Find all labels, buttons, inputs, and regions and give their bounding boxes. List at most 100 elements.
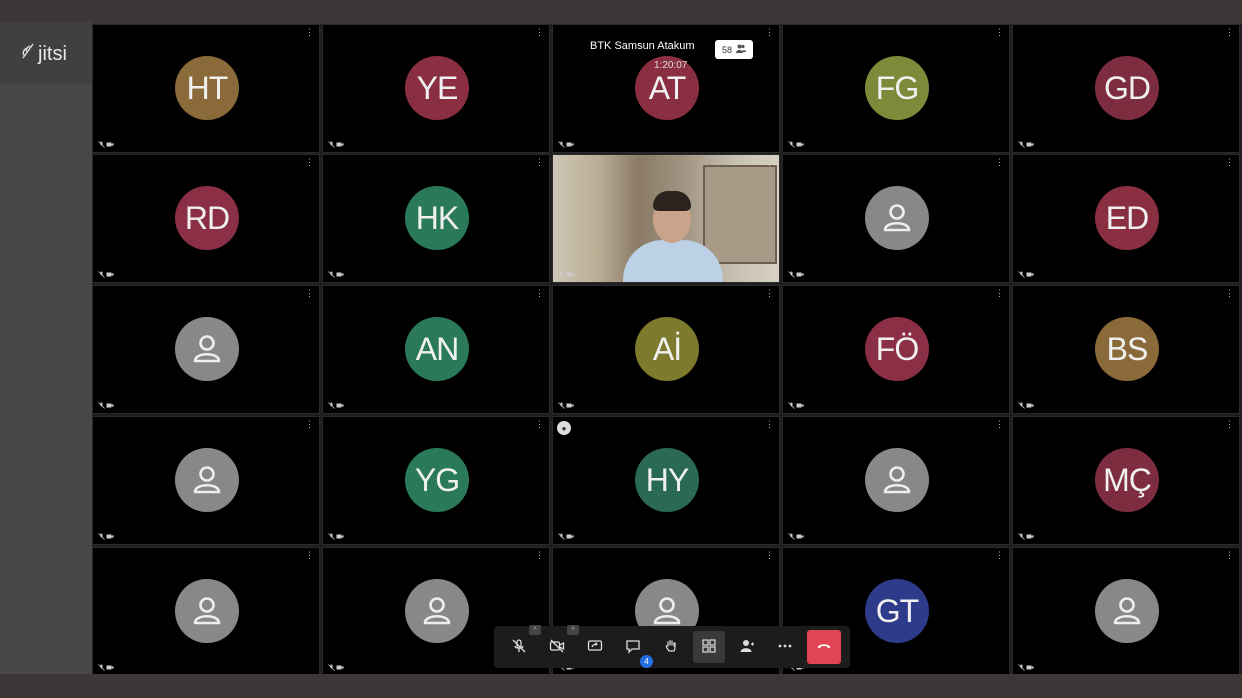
chat-unread-badge: 4	[640, 655, 653, 668]
mic-muted-icon	[558, 271, 565, 278]
participants-count: 58	[721, 44, 732, 55]
tile-menu-icon[interactable]: ⋮	[305, 551, 314, 560]
participant-video	[553, 155, 779, 282]
participant-avatar: YE	[405, 56, 469, 120]
avatar-initials: RD	[184, 199, 230, 236]
camera-off-icon	[1026, 142, 1034, 147]
tile-menu-icon[interactable]: ⋮	[305, 158, 314, 167]
participant-tile[interactable]: ⋮	[92, 416, 320, 545]
user-placeholder-icon	[193, 466, 221, 494]
camera-toggle-button[interactable]: ^	[541, 625, 579, 663]
tile-status-icons	[788, 533, 804, 540]
participant-tile[interactable]: Aİ ⋮	[552, 285, 780, 414]
camera-off-icon	[336, 403, 344, 408]
tile-menu-icon[interactable]: ⋮	[765, 28, 774, 37]
participant-tile[interactable]: HY ⋮ ●	[552, 416, 780, 545]
tile-menu-icon[interactable]: ⋮	[1225, 28, 1234, 37]
user-placeholder-icon	[653, 597, 681, 625]
tile-menu-icon[interactable]: ⋮	[535, 420, 544, 429]
tile-status-icons	[328, 271, 344, 278]
tile-menu-icon[interactable]: ⋮	[305, 28, 314, 37]
tile-menu-icon[interactable]: ⋮	[765, 420, 774, 429]
camera-off-icon	[336, 534, 344, 539]
tile-status-icons	[328, 141, 344, 148]
participant-avatar: ED	[1095, 186, 1159, 250]
user-placeholder-icon	[193, 335, 221, 363]
tile-menu-icon[interactable]: ⋮	[305, 289, 314, 298]
tile-menu-icon[interactable]: ⋮	[765, 158, 774, 167]
avatar-initials: ED	[1105, 199, 1149, 236]
participant-tile[interactable]: YG ⋮	[322, 416, 550, 545]
participant-avatar: FÖ	[865, 317, 929, 381]
more-options-button[interactable]	[769, 631, 801, 663]
participant-tile[interactable]: ⋮	[92, 285, 320, 414]
participant-avatar: GD	[1095, 56, 1159, 120]
camera-options-caret[interactable]: ^	[567, 625, 579, 635]
camera-off-icon	[566, 534, 574, 539]
raise-hand-button[interactable]	[655, 631, 687, 663]
raise-hand-icon	[663, 638, 679, 657]
tile-status-icons	[1018, 533, 1034, 540]
meeting-toolbar: ^ ^ 4	[494, 625, 850, 668]
tile-menu-icon[interactable]: ⋮	[535, 158, 544, 167]
tile-menu-icon[interactable]: ⋮	[995, 289, 1004, 298]
participant-tile[interactable]: MÇ ⋮	[1012, 416, 1240, 545]
tile-menu-icon[interactable]: ⋮	[1225, 289, 1234, 298]
tile-menu-icon[interactable]: ⋮	[995, 158, 1004, 167]
tile-menu-icon[interactable]: ⋮	[305, 420, 314, 429]
tile-menu-icon[interactable]: ⋮	[1225, 158, 1234, 167]
invite-people-button[interactable]	[731, 631, 763, 663]
tile-menu-icon[interactable]: ⋮	[995, 420, 1004, 429]
tile-view-button[interactable]	[693, 631, 725, 663]
participant-avatar: HK	[405, 186, 469, 250]
user-placeholder-icon	[883, 204, 911, 232]
participant-tile[interactable]: BS ⋮	[1012, 285, 1240, 414]
mic-muted-icon	[328, 271, 335, 278]
tile-menu-icon[interactable]: ⋮	[1225, 420, 1234, 429]
camera-off-icon	[796, 272, 804, 277]
mic-muted-icon	[1018, 402, 1025, 409]
mic-muted-icon	[558, 533, 565, 540]
participant-tile[interactable]: GD ⋮	[1012, 24, 1240, 153]
participant-tile[interactable]: ⋮	[552, 154, 780, 283]
participant-tile[interactable]: ⋮	[1012, 547, 1240, 676]
tile-status-icons	[98, 141, 114, 148]
tile-menu-icon[interactable]: ⋮	[995, 551, 1004, 560]
participants-count-button[interactable]: 58	[715, 40, 753, 59]
mic-muted-icon	[511, 638, 527, 657]
participant-tile[interactable]: AN ⋮	[322, 285, 550, 414]
tile-menu-icon[interactable]: ⋮	[535, 551, 544, 560]
mic-options-caret[interactable]: ^	[529, 625, 541, 635]
avatar-initials: BS	[1106, 330, 1149, 367]
mic-muted-icon	[788, 271, 795, 278]
tile-status-icons	[98, 533, 114, 540]
hangup-button[interactable]	[807, 630, 841, 664]
tile-menu-icon[interactable]: ⋮	[995, 28, 1004, 37]
tile-menu-icon[interactable]: ⋮	[535, 28, 544, 37]
avatar-initials: HY	[645, 461, 689, 498]
avatar-initials: AN	[415, 330, 459, 367]
participant-tile[interactable]: FÖ ⋮	[782, 285, 1010, 414]
participant-tile[interactable]: FG ⋮	[782, 24, 1010, 153]
participant-tile[interactable]: HK ⋮	[322, 154, 550, 283]
mic-muted-icon	[1018, 533, 1025, 540]
tile-menu-icon[interactable]: ⋮	[535, 289, 544, 298]
microphone-toggle-button[interactable]: ^	[503, 625, 541, 663]
avatar-initials: GT	[875, 592, 919, 629]
screen-share-button[interactable]	[579, 631, 611, 663]
participant-tile[interactable]: YE ⋮	[322, 24, 550, 153]
tile-status-icons	[558, 533, 574, 540]
participant-tile[interactable]: HT ⋮	[92, 24, 320, 153]
default-avatar	[1095, 579, 1159, 643]
dominant-speaker-icon: ●	[557, 421, 571, 435]
participant-tile[interactable]: ED ⋮	[1012, 154, 1240, 283]
participant-tile[interactable]: ⋮	[782, 154, 1010, 283]
tile-menu-icon[interactable]: ⋮	[765, 551, 774, 560]
participant-tile[interactable]: ⋮	[92, 547, 320, 676]
participant-tile[interactable]: ⋮	[782, 416, 1010, 545]
default-avatar	[865, 448, 929, 512]
chat-button[interactable]: 4	[617, 631, 653, 668]
participant-tile[interactable]: RD ⋮	[92, 154, 320, 283]
tile-menu-icon[interactable]: ⋮	[765, 289, 774, 298]
tile-menu-icon[interactable]: ⋮	[1225, 551, 1234, 560]
